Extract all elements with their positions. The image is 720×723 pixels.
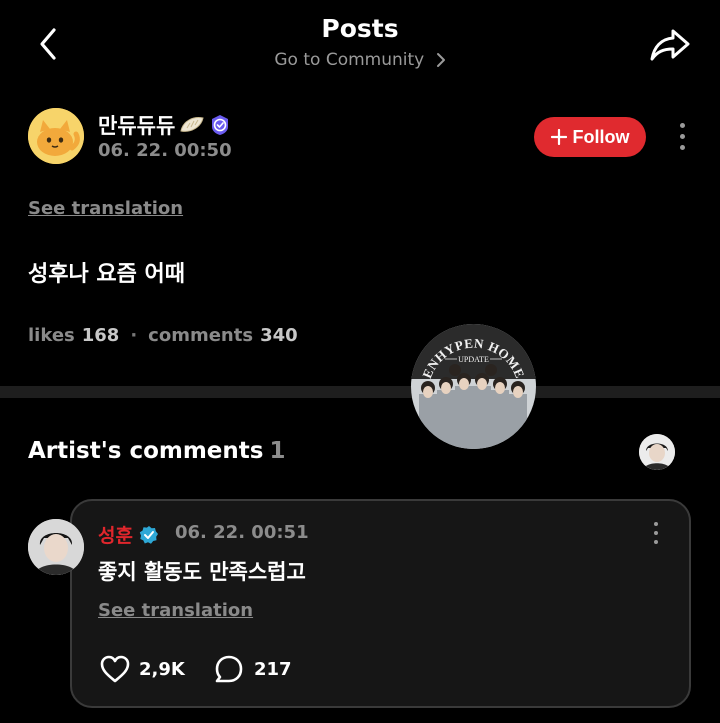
comments-label: comments [148,325,254,346]
commenter-avatar[interactable] [28,519,84,575]
comment-reply-button[interactable]: 217 [214,654,292,684]
likes-label: likes [28,325,75,346]
follow-button[interactable]: Follow [534,117,646,157]
kebab-icon [654,522,658,526]
chevron-right-icon [436,53,445,67]
comment-timestamp: 06. 22. 00:51 [175,522,309,543]
artist-comments-heading: Artist's comments 1 [28,438,286,464]
cat-avatar-icon [28,108,84,164]
verified-icon [139,525,158,544]
dumpling-icon [180,117,204,132]
artist-avatar-thumbnail[interactable] [639,434,675,470]
commenter-name-label: 성훈 [98,525,133,547]
post-timestamp: 06. 22. 00:50 [98,140,232,161]
kebab-dot [679,144,685,150]
author-name-label: 만듀듀듀 [98,114,176,138]
comment-more-button[interactable] [644,520,668,546]
comment-like-count: 2,9K [139,658,185,680]
likes-count: 168 [81,325,120,346]
follow-label: Follow [572,126,630,147]
artist-comments-title: Artist's comments [28,438,264,464]
comment-icon [215,655,243,683]
kebab-dot [654,540,658,544]
comment-reply-count: 217 [254,658,292,680]
kebab-dot [654,531,658,535]
comment-like-button[interactable]: 2,9K [99,654,185,684]
post-see-translation-link[interactable]: See translation [28,198,183,219]
comment-see-translation-link[interactable]: See translation [98,600,253,621]
page-title: Posts [321,14,399,43]
share-button[interactable] [648,24,692,64]
verified-icon [212,115,229,135]
comments-count: 340 [260,325,298,346]
plus-icon [550,129,567,145]
go-to-community-link[interactable]: Go to Community [0,50,720,70]
author-avatar[interactable] [28,108,84,164]
section-divider [0,386,720,398]
group-photo-image: ENHYPEN HOME UPDATE [411,324,536,449]
kebab-dot [679,133,685,139]
artist-portrait-icon [639,434,675,470]
share-icon [650,29,690,61]
watermark-badge: ENHYPEN HOME UPDATE [411,324,536,449]
separator-dot: · [130,325,138,346]
kebab-icon [679,122,685,128]
commenter-portrait-icon [28,519,84,575]
comment-body: 좋지 활동도 만족스럽고 [98,560,306,584]
go-to-community-label: Go to Community [274,50,425,70]
badge-subtitle: UPDATE [458,355,489,364]
artist-comments-count: 1 [269,438,286,464]
post-body: 성후나 요즘 어때 [28,262,185,287]
author-name[interactable]: 만듀듀듀 [98,110,231,140]
post-more-button[interactable] [670,118,694,154]
post-stats: likes 168 · comments 340 [28,325,298,346]
heart-icon [100,655,130,683]
commenter-name[interactable]: 성훈 [98,521,159,548]
